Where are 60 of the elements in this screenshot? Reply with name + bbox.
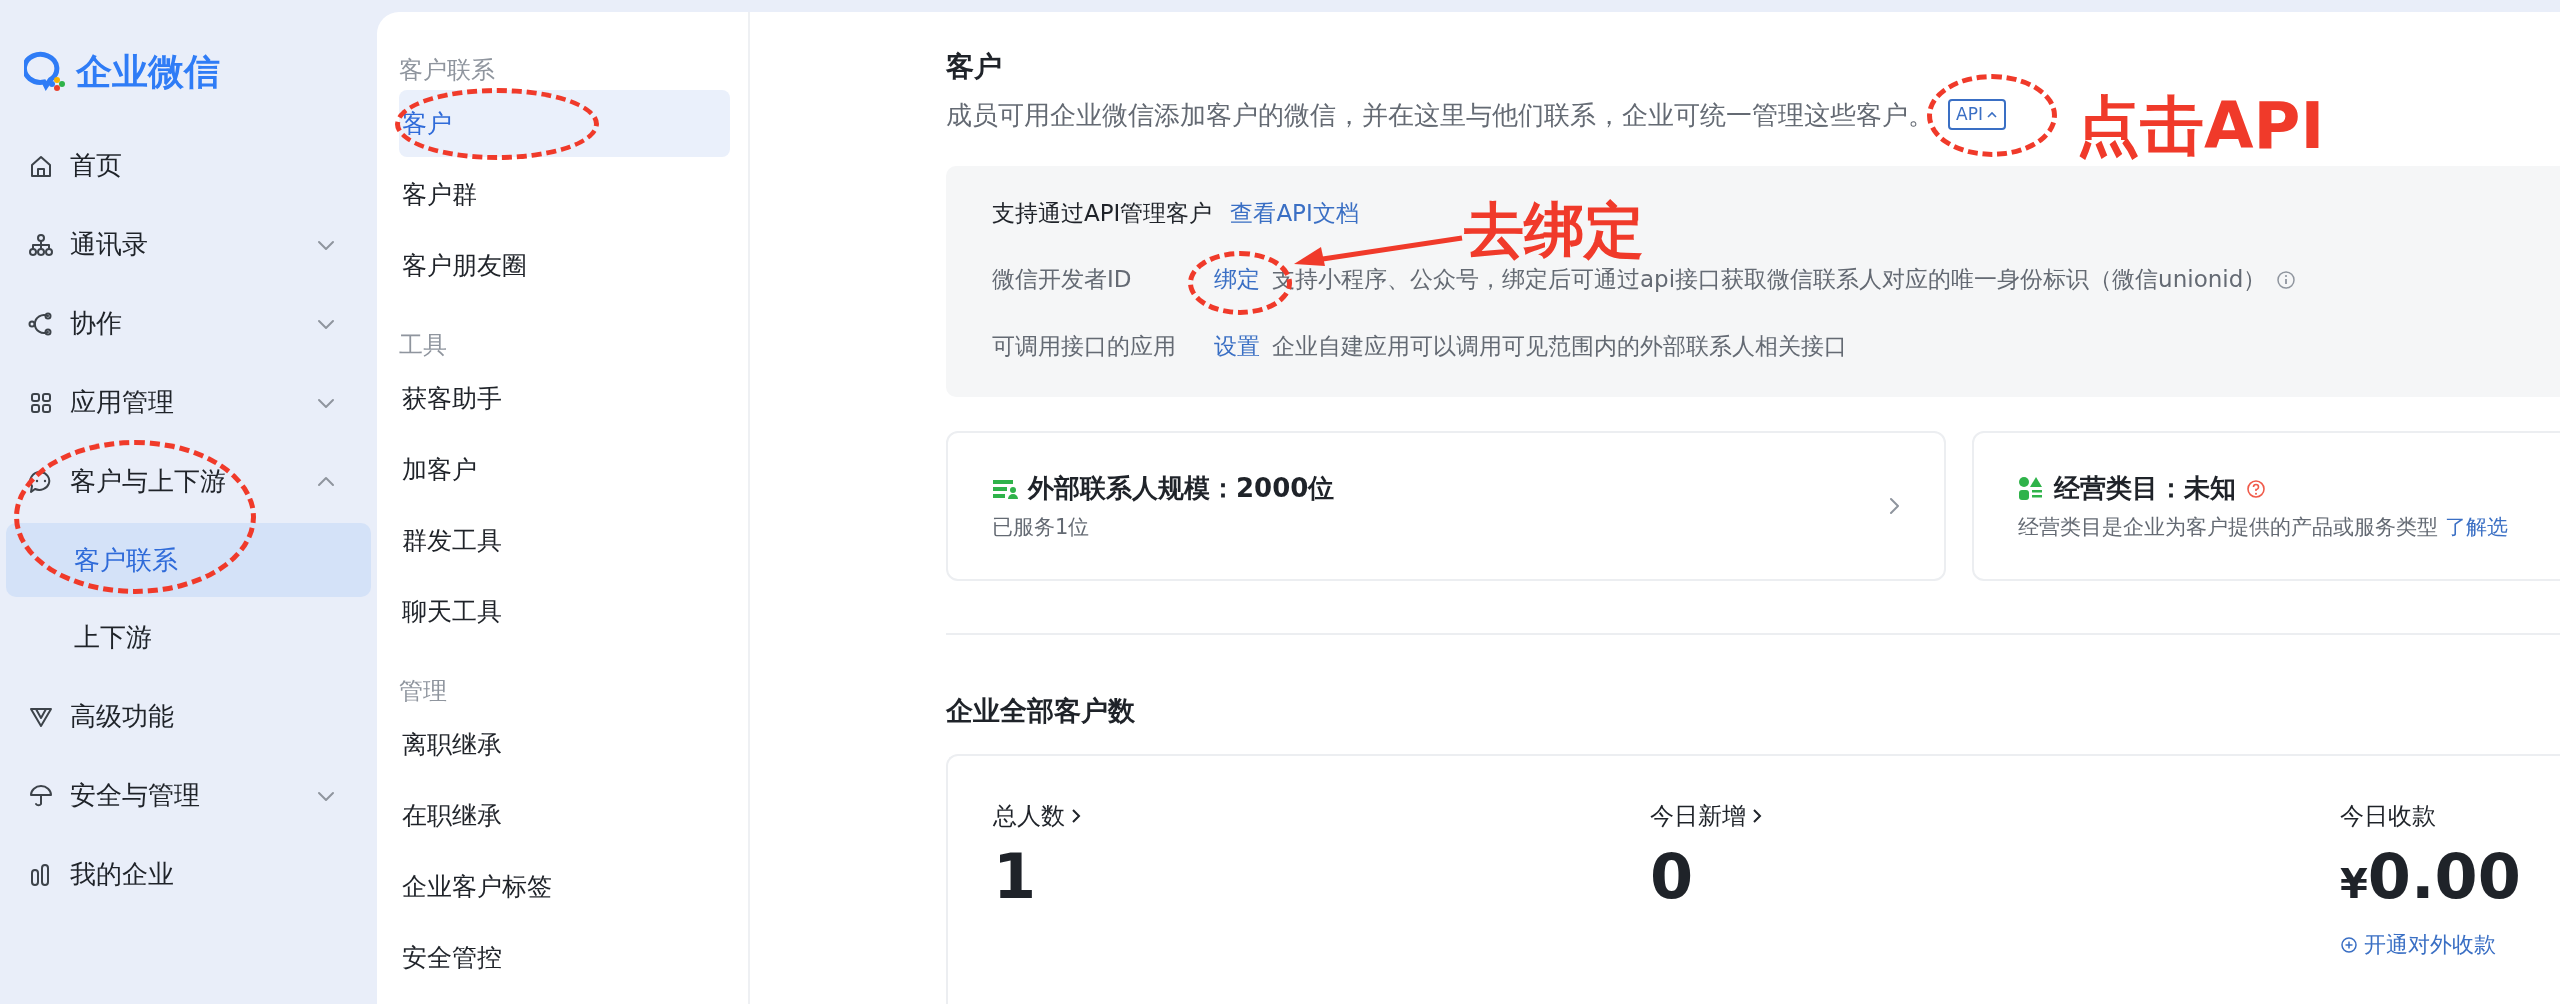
sidebar-subitem[interactable]: 上下游 xyxy=(6,600,371,674)
action-link[interactable]: 绑定 xyxy=(1214,262,1260,297)
api-button[interactable]: API xyxy=(1948,98,2006,131)
card-title: 经营类目：未知 xyxy=(2054,472,2236,506)
sidebar-item[interactable]: 安全与管理 xyxy=(0,756,377,835)
stat-value: 0 xyxy=(1650,839,1695,915)
card-title: 外部联系人规模：2000位 xyxy=(1028,472,1335,506)
nav-item[interactable]: 群发工具 xyxy=(399,507,730,574)
docs-link[interactable]: 查看API文档 xyxy=(1230,195,1359,231)
nav-item[interactable]: 聊天工具 xyxy=(399,578,730,645)
card-subtitle: 经营类目是企业为客户提供的产品或服务类型 xyxy=(2018,515,2438,540)
org-chart-icon xyxy=(28,231,54,258)
sidebar-item[interactable]: 我的企业 xyxy=(0,835,377,914)
nodes-icon xyxy=(28,310,54,337)
card-subtitle: 已服务1位 xyxy=(992,515,1090,540)
logo-icon xyxy=(24,50,68,94)
help-icon xyxy=(2246,478,2266,499)
stat-label: 今日收款 xyxy=(2340,800,2436,832)
logo-text: 企业微信 xyxy=(76,50,220,94)
nav-item[interactable]: 客户朋友圈 xyxy=(399,232,730,299)
stat-label[interactable]: 今日新增 xyxy=(1650,797,1746,834)
chevron-icon xyxy=(1889,497,1900,516)
section-heading: 管理 xyxy=(399,676,448,707)
nav-item[interactable]: 加客户 xyxy=(399,436,730,503)
nav-item[interactable]: 在职继承 xyxy=(399,782,730,849)
nav-item[interactable]: 客户群 xyxy=(399,161,730,228)
payment-link[interactable]: 开通对外收款 xyxy=(2340,928,2496,962)
page-description: 成员可用企业微信添加客户的微信，并在这里与他们联系，企业可统一管理这些客户。 xyxy=(946,98,1934,132)
learn-link[interactable]: 了解选 xyxy=(2444,515,2508,540)
annotation-text: 点击API xyxy=(2076,94,2325,158)
page-title: 客户 xyxy=(946,50,1003,84)
section-heading: 客户联系 xyxy=(399,55,496,86)
row-label: 微信开发者ID xyxy=(992,265,1133,295)
info-card[interactable]: 外部联系人规模：2000位 已服务1位 xyxy=(946,431,1946,582)
row-label: 可调用接口的应用 xyxy=(992,331,1177,361)
row-description: 企业自建应用可以调用可见范围内的外部联系人相关接口 xyxy=(1272,331,1847,361)
nav-item[interactable]: 安全管控 xyxy=(399,924,730,991)
sidebar-item[interactable]: 应用管理 xyxy=(0,363,377,442)
nav-item[interactable]: 获客助手 xyxy=(399,365,730,432)
stat-value: ¥0.00 xyxy=(2340,839,2522,915)
sidebar-item[interactable]: 首页 xyxy=(0,126,377,205)
umbrella-icon xyxy=(28,782,54,809)
stat-value: 1 xyxy=(993,839,1038,915)
shapes-icon xyxy=(2018,475,2044,502)
section-title: 企业全部客户数 xyxy=(946,694,1136,729)
section-heading: 工具 xyxy=(399,330,448,361)
sidebar-item[interactable]: 客户与上下游 xyxy=(0,442,377,521)
sidebar-subitem[interactable]: 客户联系 xyxy=(6,523,371,597)
sidebar-item[interactable]: 协作 xyxy=(0,284,377,363)
info-card[interactable]: 经营类目：未知 经营类目是企业为客户提供的产品或服务类型 了解选 xyxy=(1972,431,2560,582)
nav-item[interactable]: 离职继承 xyxy=(399,711,730,778)
panel-heading: 支持通过API管理客户 xyxy=(992,198,1213,228)
stat-label[interactable]: 总人数 xyxy=(993,797,1065,834)
sidebar-item[interactable]: 通讯录 xyxy=(0,205,377,284)
nav-item[interactable]: 客户 xyxy=(399,90,730,157)
annotation-text: 去绑定 xyxy=(1464,200,1644,260)
sidebar-item[interactable]: 高级功能 xyxy=(0,677,377,756)
nav-item[interactable]: 企业客户标签 xyxy=(399,853,730,920)
action-link[interactable]: 设置 xyxy=(1214,328,1260,364)
plus-icon xyxy=(2340,935,2358,954)
